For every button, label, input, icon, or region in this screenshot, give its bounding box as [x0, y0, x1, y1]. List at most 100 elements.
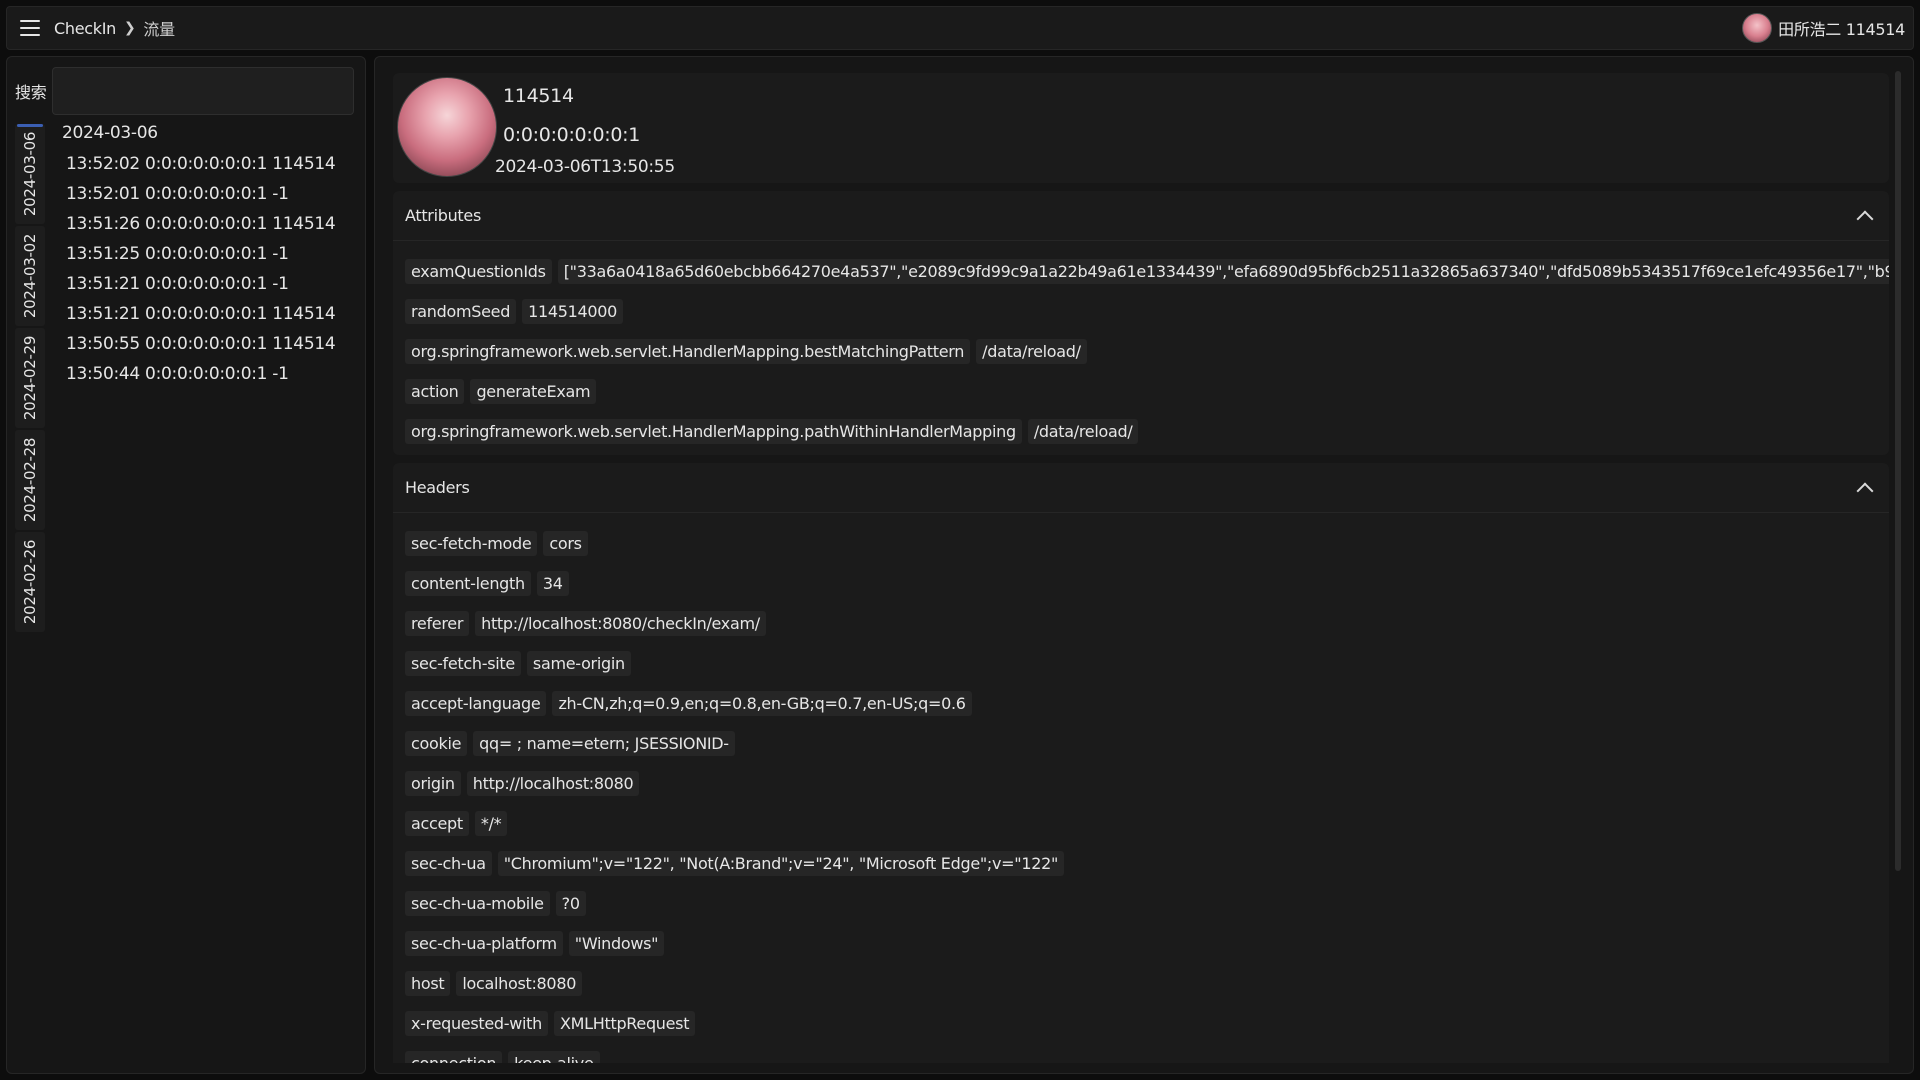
scrollbar[interactable] [1895, 71, 1901, 871]
chevron-right-icon: ❯ [123, 20, 136, 36]
user-name: 田所浩二 114514 [1778, 20, 1905, 39]
headers-panel: Headers sec-fetch-mode cors content-length… [393, 463, 1889, 1063]
kv-key: org.springframework.web.servlet.HandlerM… [405, 338, 971, 364]
list-item[interactable]: 13:50:44 0:0:0:0:0:0:0:1 -1 [61, 359, 361, 389]
list-item[interactable]: 13:51:25 0:0:0:0:0:0:0:1 -1 [61, 239, 361, 269]
date-tab-label: 2024-03-02 [21, 233, 39, 319]
kv-row: sec-ch-ua-mobile ?0 [405, 883, 1877, 923]
kv-value: XMLHttpRequest [553, 1010, 696, 1036]
date-tab[interactable]: 2024-02-26 [15, 532, 45, 632]
kv-key: sec-fetch-mode [405, 530, 538, 556]
kv-row: x-requested-with XMLHttpRequest [405, 1003, 1877, 1043]
user-menu[interactable]: 田所浩二 114514 [1742, 13, 1905, 43]
kv-row: action generateExam [405, 371, 1877, 411]
chevron-up-icon[interactable] [1856, 210, 1874, 227]
kv-row: accept-language zh-CN,zh;q=0.9,en;q=0.8,e… [405, 683, 1877, 723]
kv-value: ?0 [555, 890, 586, 916]
profile-time: 2024-03-06T13:50:55 [495, 157, 675, 177]
kv-key: origin [405, 770, 461, 796]
kv-value: /data/reload/ [976, 338, 1087, 364]
kv-value: zh-CN,zh;q=0.9,en;q=0.8,en-GB;q=0.7,en-U… [552, 690, 972, 716]
kv-row: sec-ch-ua "Chromium";v="122", "Not(A:Bran… [405, 843, 1877, 883]
date-tabs: 2024-03-06 2024-03-02 2024-02-29 2024-02… [15, 124, 45, 634]
kv-key: examQuestionIds [405, 258, 552, 284]
date-tab-label: 2024-02-26 [21, 539, 39, 625]
kv-key: connection [405, 1050, 503, 1063]
kv-value: generateExam [470, 378, 597, 404]
kv-key: referer [405, 610, 470, 636]
date-tab[interactable]: 2024-02-29 [15, 328, 45, 428]
attributes-panel: Attributes examQuestionIds ["33a6a0418a65… [393, 191, 1889, 455]
list-item[interactable]: 13:52:02 0:0:0:0:0:0:0:1 114514 [61, 149, 361, 179]
kv-row: accept */* [405, 803, 1877, 843]
kv-key: sec-ch-ua-platform [405, 930, 563, 956]
list-item[interactable]: 13:50:55 0:0:0:0:0:0:0:1 114514 [61, 329, 361, 359]
kv-value: cors [543, 530, 588, 556]
kv-row: connection keep-alive [405, 1043, 1877, 1063]
kv-value: same-origin [526, 650, 631, 676]
date-tab[interactable]: 2024-02-28 [15, 430, 45, 530]
avatar [397, 77, 497, 177]
detail-scroll: 114514 0:0:0:0:0:0:0:1 2024-03-06T13:50:… [393, 73, 1889, 1063]
list-item[interactable]: 13:51:21 0:0:0:0:0:0:0:1 114514 [61, 299, 361, 329]
breadcrumb-current: 流量 [143, 20, 175, 39]
kv-row: host localhost:8080 [405, 963, 1877, 1003]
attributes-header[interactable]: Attributes [393, 191, 1889, 241]
kv-value: qq= ; name=etern; JSESSIONID- [473, 730, 735, 756]
profile-card: 114514 0:0:0:0:0:0:0:1 2024-03-06T13:50:… [393, 73, 1889, 183]
kv-row: cookie qq= ; name=etern; JSESSIONID- [405, 723, 1877, 763]
date-tab-label: 2024-02-28 [21, 437, 39, 523]
kv-key: content-length [405, 570, 531, 596]
kv-value: */* [474, 810, 508, 836]
kv-row: org.springframework.web.servlet.HandlerM… [405, 331, 1877, 371]
breadcrumb-app[interactable]: CheckIn [54, 19, 116, 38]
menu-icon[interactable] [20, 20, 40, 36]
date-tab-label: 2024-03-06 [21, 131, 39, 217]
kv-row: examQuestionIds ["33a6a0418a65d60ebcbb664… [405, 251, 1889, 291]
kv-row: sec-fetch-site same-origin [405, 643, 1877, 683]
search-row: 搜索 [15, 67, 355, 115]
kv-value: http://localhost:8080 [466, 770, 640, 796]
sidebar: 搜索 2024-03-06 2024-03-02 2024-02-29 2024… [6, 56, 366, 1074]
list-item[interactable]: 13:52:01 0:0:0:0:0:0:0:1 -1 [61, 179, 361, 209]
profile-ip: 0:0:0:0:0:0:0:1 [503, 124, 641, 146]
headers-title: Headers [405, 478, 470, 497]
detail-pane: 114514 0:0:0:0:0:0:0:1 2024-03-06T13:50:… [374, 56, 1914, 1074]
list-item[interactable]: 13:51:26 0:0:0:0:0:0:0:1 114514 [61, 209, 361, 239]
kv-row: referer http://localhost:8080/checkIn/exa… [405, 603, 1877, 643]
attributes-title: Attributes [405, 206, 481, 225]
search-label: 搜索 [15, 83, 47, 102]
kv-value: "Windows" [568, 930, 665, 956]
headers-header[interactable]: Headers [393, 463, 1889, 513]
kv-key: accept [405, 810, 469, 836]
kv-value: 114514000 [522, 298, 623, 324]
kv-value: keep-alive [508, 1050, 600, 1063]
top-bar: CheckIn ❯ 流量 田所浩二 114514 [6, 6, 1914, 50]
kv-value: localhost:8080 [456, 970, 583, 996]
search-input[interactable] [52, 67, 355, 115]
kv-key: action [405, 378, 465, 404]
kv-row: sec-ch-ua-platform "Windows" [405, 923, 1877, 963]
avatar [1742, 13, 1773, 43]
kv-key: randomSeed [405, 298, 517, 324]
date-tab[interactable]: 2024-03-06 [15, 124, 45, 224]
kv-key: sec-ch-ua [405, 850, 492, 876]
list-item[interactable]: 13:51:21 0:0:0:0:0:0:0:1 -1 [61, 269, 361, 299]
kv-row: randomSeed 114514000 [405, 291, 1877, 331]
profile-name: 114514 [503, 85, 574, 107]
list-date-title: 2024-03-06 [62, 123, 158, 143]
kv-key: host [405, 970, 451, 996]
kv-value: ["33a6a0418a65d60ebcbb664270e4a537","e20… [557, 258, 1889, 284]
kv-key: sec-fetch-site [405, 650, 521, 676]
kv-row: origin http://localhost:8080 [405, 763, 1877, 803]
kv-value: http://localhost:8080/checkIn/exam/ [475, 610, 766, 636]
kv-row: sec-fetch-mode cors [405, 523, 1877, 563]
request-list: 2024-03-06 13:52:02 0:0:0:0:0:0:0:1 1145… [61, 123, 361, 389]
kv-value: /data/reload/ [1027, 418, 1139, 444]
date-tab[interactable]: 2024-03-02 [15, 226, 45, 326]
chevron-up-icon[interactable] [1856, 482, 1874, 499]
kv-key: org.springframework.web.servlet.HandlerM… [405, 418, 1022, 444]
kv-key: cookie [405, 730, 468, 756]
headers-body: sec-fetch-mode cors content-length 34 refere… [393, 513, 1889, 1063]
kv-value: 34 [536, 570, 569, 596]
